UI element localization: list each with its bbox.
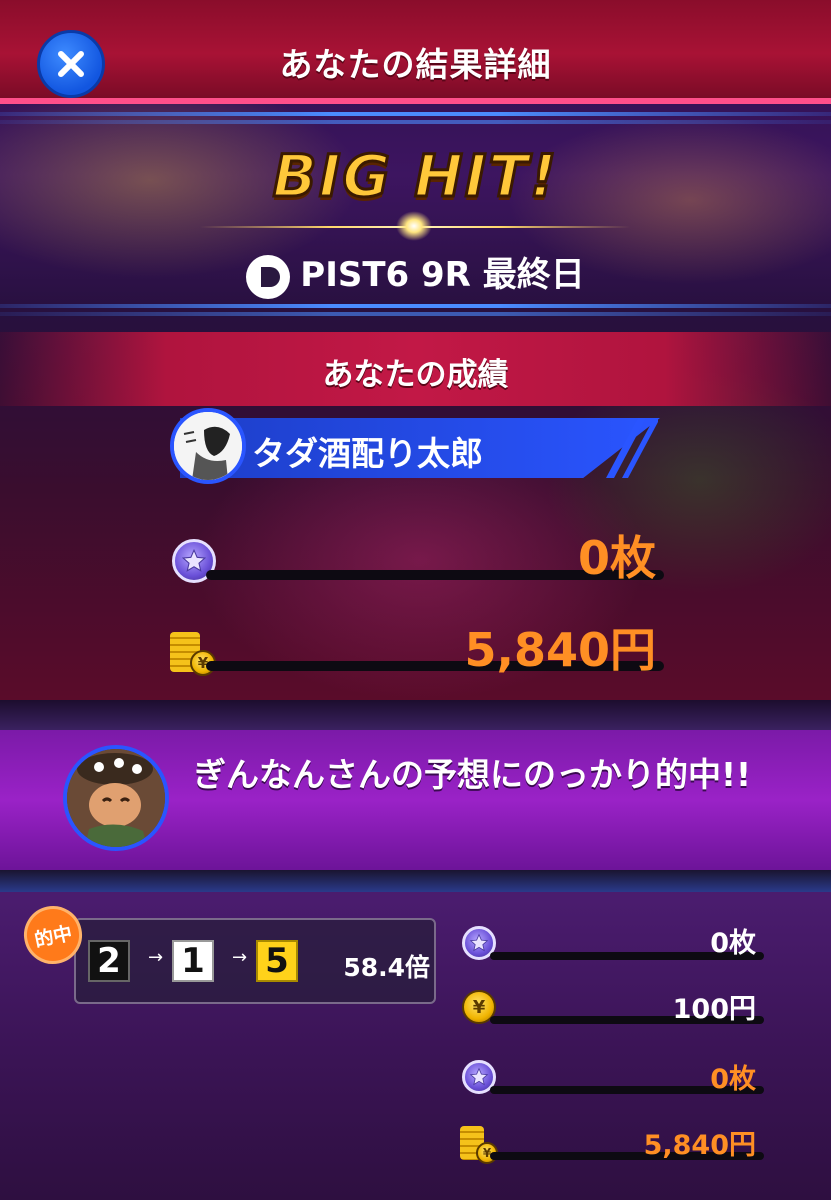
race-label: PIST6 9R 最終日 xyxy=(300,255,585,295)
tipster-avatar[interactable] xyxy=(63,745,169,851)
stake-yen-value: 100円 xyxy=(672,994,756,1025)
arrow-right-icon: → xyxy=(148,947,164,968)
race-info: PIST6 9R 最終日 xyxy=(0,247,831,299)
return-points-value: 0枚 xyxy=(710,1064,756,1095)
pist6-logo-icon xyxy=(246,254,291,299)
bet-first-place: 2 xyxy=(88,940,130,982)
sparkle-icon xyxy=(396,211,432,241)
decorative-stripe xyxy=(0,312,831,316)
page-title: あなたの結果詳細 xyxy=(279,45,552,84)
user-avatar xyxy=(170,408,246,484)
section-divider xyxy=(0,870,831,892)
bet-third-place: 5 xyxy=(256,940,298,982)
decorative-stripe xyxy=(0,304,831,308)
user-name: タダ酒配り太郎 xyxy=(252,434,483,473)
user-bar-stripes xyxy=(606,418,658,478)
tipster-message: ぎんなんさんの予想にのっかり的中!! xyxy=(193,755,752,794)
decorative-stripe xyxy=(0,120,831,124)
close-button[interactable] xyxy=(37,30,105,98)
total-payout-value: 5,840円 xyxy=(464,623,656,677)
close-icon xyxy=(58,51,84,77)
big-hit-label: BIG HIT! xyxy=(271,141,559,212)
bet-second-place: 1 xyxy=(172,940,214,982)
arrow-right-icon: → xyxy=(232,947,248,968)
odds-value: 58.4倍 xyxy=(343,953,430,982)
decorative-stripe xyxy=(0,112,831,116)
return-yen-value: 5,840円 xyxy=(643,1130,756,1161)
section-divider xyxy=(0,700,831,730)
stake-points-value: 0枚 xyxy=(710,928,756,959)
section-title: あなたの成績 xyxy=(322,357,509,393)
total-points-value: 0枚 xyxy=(577,531,656,585)
